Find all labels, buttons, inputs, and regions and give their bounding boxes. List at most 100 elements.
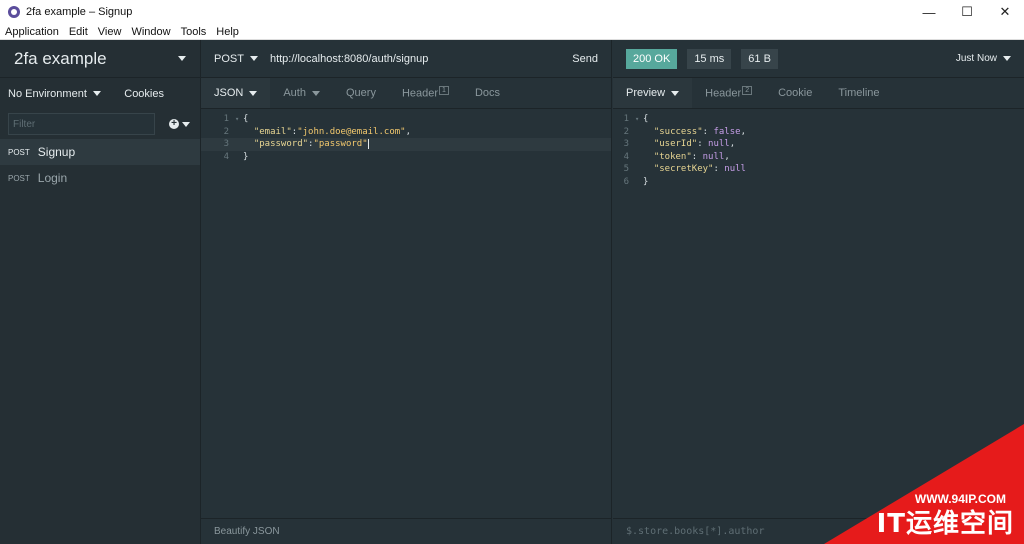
menu-tools[interactable]: Tools (176, 26, 212, 38)
request-tabs: JSON Auth Query Header 1 Docs (201, 78, 611, 109)
response-tabs: Preview Header 2 Cookie Timeline (613, 78, 1024, 109)
fold-arrow-icon[interactable]: ▾ (635, 115, 643, 123)
tab-label: Header 2 (705, 85, 753, 100)
plus-circle-icon: + (169, 119, 179, 129)
tab-label: Cookie (778, 87, 813, 99)
window-title: 2fa example – Signup (26, 6, 133, 18)
request-body-editor[interactable]: 1 ▾{ 2 "email": "john.doe@email.com", 3 "p… (201, 109, 611, 163)
method-dropdown[interactable]: POST (214, 53, 258, 65)
code-line: 4 "token": null, (613, 151, 1024, 164)
tab-json[interactable]: JSON (201, 78, 271, 108)
line-number: 3 (223, 139, 229, 150)
json-value: "password" (313, 139, 368, 150)
line-number: 6 (623, 176, 629, 187)
chevron-down-icon (249, 56, 258, 61)
request-name: Signup (37, 145, 76, 159)
tab-preview[interactable]: Preview (613, 78, 693, 108)
filter-input[interactable] (8, 113, 155, 135)
menu-help[interactable]: Help (211, 26, 244, 38)
tab-header[interactable]: Header 1 (389, 78, 462, 108)
code-line: 2 "success": false, (613, 126, 1024, 139)
menu-edit[interactable]: Edit (64, 26, 93, 38)
minimize-button[interactable]: — (910, 0, 948, 24)
chevron-down-icon (92, 91, 101, 96)
close-button[interactable]: ✕ (986, 0, 1024, 24)
code-line: 6} (613, 176, 1024, 189)
header-count-badge: 1 (439, 85, 449, 95)
json-value: false (713, 126, 741, 137)
tab-query[interactable]: Query (333, 78, 389, 108)
tab-label: JSON (214, 87, 244, 99)
tab-docs[interactable]: Docs (462, 78, 513, 108)
code-line: 5 "secretKey": null (613, 163, 1024, 176)
add-request-button[interactable]: + (169, 119, 190, 129)
tab-label: Preview (626, 87, 666, 99)
menu-bar: Application Edit View Window Tools Help (0, 24, 1024, 40)
code-line: 1 ▾{ (613, 113, 1024, 126)
chevron-down-icon (671, 90, 680, 96)
chevron-down-icon (182, 121, 190, 127)
send-button[interactable]: Send (572, 53, 598, 65)
url-bar: POST http://localhost:8080/auth/signup S… (201, 40, 611, 78)
request-pane: POST http://localhost:8080/auth/signup S… (201, 40, 612, 544)
tab-auth[interactable]: Auth (270, 78, 333, 108)
filter-row: + (0, 109, 200, 139)
chevron-down-icon (1003, 56, 1011, 61)
tab-label: Header 1 (402, 85, 449, 99)
line-number: 3 (623, 139, 629, 150)
json-key: "token" (653, 151, 692, 162)
text-cursor (367, 139, 369, 150)
code-line: 3 "password": "password" (201, 138, 611, 151)
response-body-viewer[interactable]: 1 ▾{ 2 "success": false, 3 "userId": null… (613, 109, 1024, 188)
environment-row: No Environment Cookies (0, 78, 200, 109)
json-value: null (702, 151, 725, 162)
url-input[interactable]: http://localhost:8080/auth/signup (270, 53, 572, 65)
line-number: 4 (223, 151, 229, 162)
request-name: Login (37, 171, 68, 185)
tab-response-header[interactable]: Header 2 (692, 78, 765, 108)
fold-arrow-icon[interactable]: ▾ (235, 115, 243, 123)
tab-label: Timeline (838, 87, 880, 99)
cookies-button[interactable]: Cookies (124, 88, 164, 100)
line-number: 4 (623, 151, 629, 162)
tab-cookie[interactable]: Cookie (765, 78, 825, 108)
workspace-dropdown[interactable]: 2fa example (0, 40, 200, 78)
request-item-login[interactable]: POST Login (0, 165, 200, 191)
environment-dropdown[interactable]: No Environment (8, 88, 101, 100)
chevron-down-icon (311, 90, 320, 96)
line-number: 2 (223, 126, 229, 137)
status-bar: 200 OK 15 ms 61 B Just Now (613, 40, 1024, 78)
environment-label: No Environment (8, 87, 87, 100)
chevron-down-icon (178, 56, 186, 61)
menu-application[interactable]: Application (0, 26, 64, 38)
request-method: POST (8, 147, 30, 157)
maximize-button[interactable]: ☐ (948, 0, 986, 24)
workspace-name: 2fa example (14, 48, 107, 68)
chevron-down-icon (249, 90, 258, 96)
history-label: Just Now (955, 53, 997, 64)
json-key: "success" (653, 126, 703, 137)
code-line: 1 ▾{ (201, 113, 611, 126)
line-number: 5 (623, 164, 629, 175)
beautify-json-button[interactable]: Beautify JSON (201, 518, 611, 544)
json-key: "email" (253, 126, 292, 137)
sidebar: 2fa example No Environment Cookies + POS… (0, 40, 201, 544)
watermark: WWW.94IP.COM IT运维空间 (824, 424, 1024, 544)
header-count-badge: 2 (742, 85, 753, 95)
code-line: 4} (201, 151, 611, 164)
size-badge: 61 B (741, 48, 778, 69)
tab-timeline[interactable]: Timeline (825, 78, 892, 108)
tab-label: Docs (474, 87, 500, 99)
menu-view[interactable]: View (93, 26, 127, 38)
history-dropdown[interactable]: Just Now (956, 53, 1011, 64)
json-key: "password" (253, 139, 309, 150)
tab-label: Auth (283, 87, 306, 99)
json-value: null (724, 164, 746, 175)
time-badge: 15 ms (687, 48, 732, 69)
json-key: "secretKey" (653, 164, 714, 175)
line-number: 2 (623, 126, 629, 137)
menu-window[interactable]: Window (126, 26, 175, 38)
request-item-signup[interactable]: POST Signup (0, 139, 200, 165)
code-line: 3 "userId": null, (613, 138, 1024, 151)
tab-label-text: Header (705, 87, 742, 100)
